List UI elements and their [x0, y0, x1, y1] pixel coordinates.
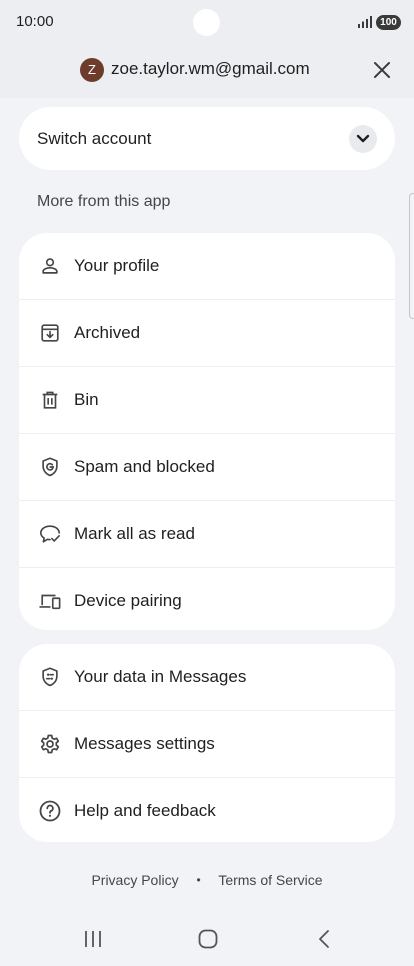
menu-item-help-and-feedback[interactable]: Help and feedback — [19, 777, 395, 842]
menu-item-label: Bin — [74, 390, 99, 409]
footer-separator: • — [196, 873, 201, 887]
home-icon — [198, 929, 218, 949]
camera-cutout — [193, 9, 220, 36]
home-button[interactable] — [188, 926, 228, 952]
devices-icon — [39, 594, 61, 610]
gear-icon — [40, 734, 60, 754]
chevron-down-icon — [356, 134, 370, 143]
system-nav-bar — [0, 912, 414, 966]
signal-icon — [358, 16, 372, 28]
section-label: More from this app — [37, 193, 171, 210]
switch-account-label: Switch account — [37, 129, 152, 148]
menu-item-bin[interactable]: Bin — [19, 366, 395, 433]
menu-item-label: Spam and blocked — [74, 457, 215, 476]
menu-item-label: Your profile — [74, 256, 160, 275]
chat-check-icon — [40, 525, 60, 543]
shield-data-icon — [42, 667, 58, 687]
switch-account-button[interactable]: Switch account — [19, 107, 395, 170]
screen: 10:00 100 Z zoe.taylor.wm@gmail.com Swit… — [0, 0, 414, 966]
menu-item-label: Messages settings — [74, 734, 215, 753]
account-email: zoe.taylor.wm@gmail.com — [111, 59, 310, 78]
scroll-handle[interactable] — [409, 193, 414, 319]
expand-accounts-button[interactable] — [349, 125, 377, 153]
recents-button[interactable] — [73, 926, 113, 952]
menu-item-mark-all-as-read[interactable]: Mark all as read — [19, 500, 395, 567]
battery-badge: 100 — [376, 15, 401, 30]
menu-item-messages-settings[interactable]: Messages settings — [19, 710, 395, 777]
privacy-policy-link[interactable]: Privacy Policy — [91, 872, 178, 888]
menu-item-label: Your data in Messages — [74, 667, 247, 686]
menu-item-device-pairing[interactable]: Device pairing — [19, 567, 395, 630]
avatar[interactable]: Z — [80, 58, 104, 82]
help-icon — [39, 800, 61, 822]
account-header: Z zoe.taylor.wm@gmail.com — [0, 46, 414, 98]
close-icon — [374, 62, 390, 78]
recents-icon — [85, 931, 101, 947]
menu-item-label: Device pairing — [74, 591, 182, 610]
close-button[interactable] — [364, 52, 400, 88]
menu-item-your-data-in-messages[interactable]: Your data in Messages — [19, 644, 395, 710]
status-bar: 10:00 100 — [0, 0, 414, 46]
person-icon — [42, 258, 58, 274]
menu-card-primary: Your profile Archived Bin Spam and block… — [19, 233, 395, 630]
menu-item-label: Mark all as read — [74, 524, 195, 543]
menu-item-your-profile[interactable]: Your profile — [19, 233, 395, 299]
terms-of-service-link[interactable]: Terms of Service — [218, 872, 322, 888]
menu-item-spam-and-blocked[interactable]: Spam and blocked — [19, 433, 395, 500]
back-icon — [319, 930, 329, 948]
shield-g-icon — [42, 457, 58, 477]
menu-item-label: Archived — [74, 323, 141, 342]
menu-card-secondary: Your data in Messages Messages settings … — [19, 644, 395, 842]
menu-item-label: Help and feedback — [74, 801, 216, 820]
status-time: 10:00 — [16, 13, 54, 30]
archive-icon — [41, 324, 59, 342]
trash-icon — [42, 391, 58, 409]
footer-links: Privacy Policy • Terms of Service — [0, 872, 414, 888]
menu-item-archived[interactable]: Archived — [19, 299, 395, 366]
back-button[interactable] — [304, 926, 344, 952]
